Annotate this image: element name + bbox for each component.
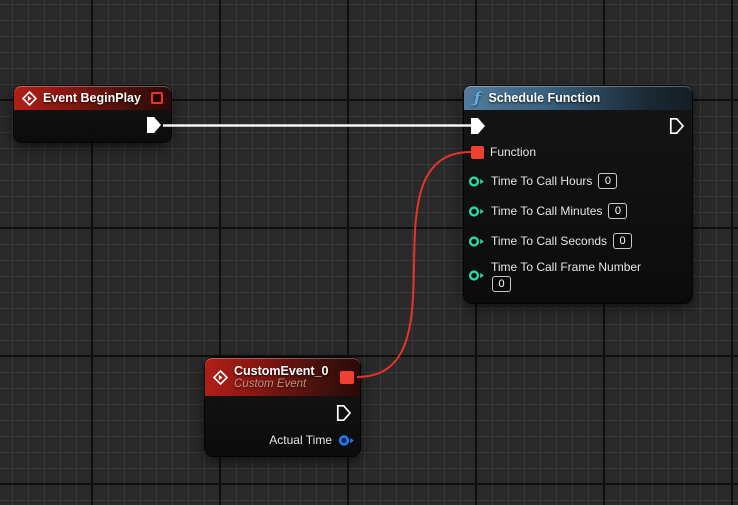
object-pin[interactable] [338, 434, 355, 447]
node-title-block: CustomEvent_0 Custom Event [234, 364, 328, 391]
event-diamond-icon [22, 91, 37, 106]
pin-row-hours: Time To Call Hours 0 [468, 173, 617, 189]
node-title: CustomEvent_0 [234, 364, 328, 378]
pin-row-minutes: Time To Call Minutes 0 [468, 203, 627, 219]
delegate-pin[interactable] [151, 92, 163, 104]
pin-label: Function [490, 145, 536, 159]
node-title: Schedule Function [488, 91, 600, 105]
node-header[interactable]: CustomEvent_0 Custom Event [205, 358, 360, 396]
delegate-pin[interactable] [471, 146, 484, 159]
value-input[interactable]: 0 [598, 173, 617, 189]
delegate-pin[interactable] [340, 371, 354, 384]
integer-pin[interactable] [468, 269, 485, 282]
pin-row-seconds: Time To Call Seconds 0 [468, 233, 632, 249]
pin-label: Actual Time [269, 433, 332, 447]
pin-label: Time To Call Minutes [491, 204, 602, 218]
value-input[interactable]: 0 [608, 203, 627, 219]
pin-label: Time To Call Frame Number [491, 260, 641, 274]
event-diamond-icon [213, 370, 228, 385]
delegate-wire[interactable] [357, 152, 471, 377]
pin-row-actual-time: Actual Time [269, 432, 355, 448]
pin-label: Time To Call Seconds [491, 234, 607, 248]
node-header[interactable]: ƒ Schedule Function [464, 86, 692, 110]
value-input[interactable]: 0 [613, 233, 632, 249]
node-header[interactable]: Event BeginPlay [14, 86, 171, 110]
exec-in-pin[interactable] [470, 117, 486, 135]
exec-out-pin[interactable] [336, 404, 352, 422]
node-schedule-function[interactable]: ƒ Schedule Function Function Tim [464, 86, 692, 303]
pin-row-function: Function [471, 144, 536, 160]
node-title: Event BeginPlay [43, 91, 141, 105]
integer-pin[interactable] [468, 205, 485, 218]
exec-out-pin[interactable] [146, 116, 162, 134]
node-subtitle: Custom Event [234, 378, 328, 391]
node-event-beginplay[interactable]: Event BeginPlay [14, 86, 171, 142]
integer-pin[interactable] [468, 235, 485, 248]
pin-label: Time To Call Hours [491, 174, 592, 188]
function-f-icon: ƒ [472, 91, 482, 106]
graph-canvas[interactable]: Event BeginPlay ƒ Schedule Function F [0, 0, 738, 505]
node-custom-event[interactable]: CustomEvent_0 Custom Event Actual Time [205, 358, 360, 456]
exec-out-pin[interactable] [669, 117, 685, 135]
integer-pin[interactable] [468, 175, 485, 188]
value-input[interactable]: 0 [492, 276, 511, 292]
